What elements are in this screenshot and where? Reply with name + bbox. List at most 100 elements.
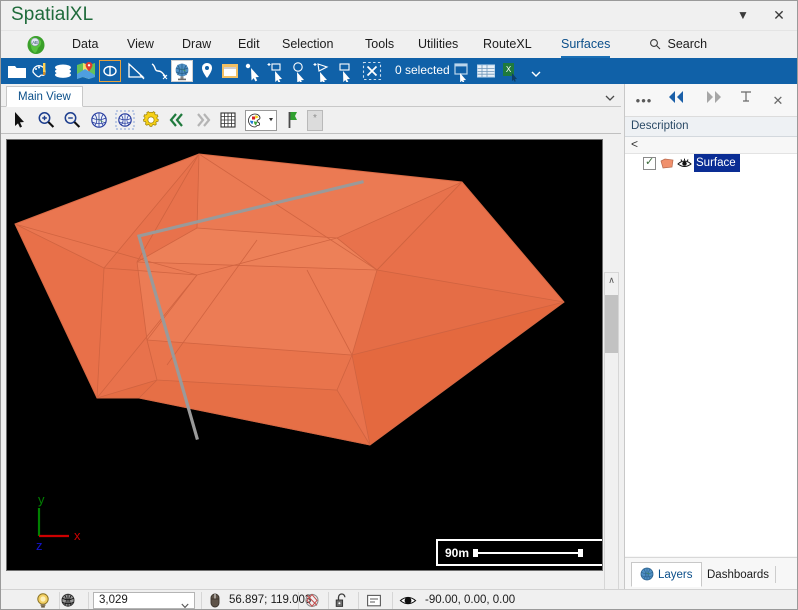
polyline-tool-icon[interactable] [148, 60, 170, 82]
page-layout-icon[interactable] [219, 60, 241, 82]
hint-lightbulb-icon[interactable] [34, 592, 52, 609]
annotation-icon[interactable] [365, 592, 383, 609]
ribbon-tab-bar: AB Data View Draw Edit Selection Tools U… [1, 31, 797, 58]
scale-combo[interactable]: 3,029 [93, 592, 195, 609]
layer-color-swatch[interactable] [660, 158, 674, 169]
layer-name-label[interactable]: Surface [694, 154, 740, 172]
tab-routexl[interactable]: RouteXL [474, 31, 541, 58]
camera-orientation-icon[interactable] [399, 592, 417, 609]
layers-tree: Surface [625, 154, 797, 556]
3d-viewport[interactable]: y x z 90m [6, 139, 603, 571]
eye-icon[interactable] [677, 156, 692, 170]
tree-collapse-label: < [631, 137, 639, 151]
status-divider-7 [392, 592, 393, 609]
table-row[interactable]: Surface [625, 154, 797, 172]
application-window: SpatialXL ▼ ✕ AB Data View Draw Edit Sel… [0, 0, 798, 610]
tab-surfaces[interactable]: Surfaces [552, 31, 619, 58]
globe-view-icon[interactable] [171, 60, 193, 82]
collapse-left-button[interactable] [665, 90, 687, 111]
view-settings-gear-icon[interactable] [141, 110, 163, 131]
close-panel-button[interactable]: ✕ [767, 90, 789, 111]
expand-right-button[interactable] [703, 90, 725, 111]
ribbon-search[interactable]: Search [649, 31, 707, 58]
tab-divider [775, 566, 776, 583]
layers-stack-icon[interactable] [52, 60, 74, 82]
measure-angle-icon[interactable] [125, 60, 147, 82]
status-divider-4 [298, 592, 299, 609]
zoom-in-icon[interactable] [36, 110, 58, 131]
tab-tools[interactable]: Tools [356, 31, 403, 58]
attribute-table-icon[interactable] [451, 60, 473, 84]
tab-edit[interactable]: Edit [229, 31, 269, 58]
svg-text:x: x [74, 528, 81, 543]
pointer-select-icon[interactable] [10, 110, 32, 131]
status-divider-6 [358, 592, 359, 609]
style-palette-icon[interactable] [29, 60, 51, 82]
select-point-icon[interactable] [242, 60, 264, 82]
export-excel-icon[interactable]: X [499, 60, 521, 82]
vertical-scroll-thumb[interactable] [605, 295, 618, 353]
map-pin-icon[interactable] [75, 60, 97, 82]
camera-orientation-values: -90.00, 0.00, 0.00 [425, 594, 516, 606]
status-bar: 3,029 56.897; 119.003 -90.00, 0.00, 0.00 [1, 589, 797, 609]
more-tools-button[interactable]: * [307, 110, 323, 131]
projection-globe-icon[interactable] [59, 592, 77, 609]
doctab-main-view[interactable]: Main View [6, 86, 83, 107]
view-toolbar: * [1, 107, 621, 134]
tab-data[interactable]: Data [63, 31, 107, 58]
zoom-out-icon[interactable] [62, 110, 84, 131]
pin-panel-button[interactable] [735, 90, 757, 111]
next-view-double-chevron-right-icon[interactable] [193, 110, 215, 131]
scale-bar-graphic [473, 547, 596, 559]
chevron-down-icon[interactable] [531, 67, 541, 77]
snap-target-icon[interactable] [303, 592, 321, 609]
panel-menu-button[interactable]: ••• [633, 90, 655, 111]
boundary-tool-icon[interactable] [99, 60, 121, 82]
chevron-down-icon[interactable] [181, 598, 189, 609]
tab-layers[interactable]: Layers [631, 562, 702, 587]
surface-render [7, 140, 602, 570]
svg-text:AB: AB [32, 40, 38, 45]
minimize-ribbon-button[interactable]: ▼ [725, 1, 761, 30]
ribbon-search-label: Search [667, 37, 708, 51]
select-lasso-icon[interactable] [311, 60, 333, 84]
select-window-icon[interactable] [334, 60, 356, 83]
color-theme-picker[interactable] [245, 110, 277, 131]
zoom-selected-icon[interactable] [115, 110, 137, 131]
report-table-icon[interactable] [475, 60, 497, 82]
layers-panel-header: ••• ✕ [625, 84, 797, 117]
bookmark-view-green-flag-icon[interactable] [283, 110, 305, 131]
selected-count-label: 0 selected [395, 63, 450, 77]
africa-globe-logo-icon: AB [25, 34, 47, 56]
svg-text:*: * [313, 113, 317, 124]
doctab-overflow-chevron-down-icon[interactable] [605, 91, 615, 105]
open-folder-icon[interactable] [6, 60, 28, 82]
status-divider-5 [328, 592, 329, 609]
scroll-up-arrow-icon[interactable]: ∧ [605, 273, 618, 287]
description-column-label: Description [631, 120, 689, 132]
tab-draw[interactable]: Draw [173, 31, 220, 58]
axis-indicator: y x z [25, 488, 95, 558]
globe-icon [640, 566, 654, 591]
svg-text:X: X [506, 65, 512, 74]
viewport-vertical-scrollbar[interactable]: ∧ ∨ [604, 272, 619, 609]
tab-utilities[interactable]: Utilities [409, 31, 467, 58]
select-circle-icon[interactable] [288, 60, 310, 84]
tab-dashboards[interactable]: Dashboards [698, 562, 778, 587]
zoom-extents-icon[interactable] [89, 110, 111, 131]
previous-view-double-chevron-left-icon[interactable] [167, 110, 189, 131]
select-rect-add-icon[interactable] [265, 60, 287, 83]
grid-toggle-icon[interactable] [218, 110, 240, 131]
tree-collapse-row[interactable]: < [625, 137, 797, 154]
layers-panel: ••• ✕ Description < ✓ Surface Layers Das… [624, 84, 797, 589]
svg-text:z: z [36, 538, 43, 553]
tab-view[interactable]: View [118, 31, 163, 58]
viewport-container: y x z 90m ∧ ∨ [1, 134, 621, 609]
place-marker-icon[interactable] [196, 60, 218, 82]
edit-lock-icon[interactable] [333, 592, 351, 609]
clear-selection-icon[interactable] [361, 60, 383, 82]
description-column-header[interactable]: Description [625, 117, 797, 137]
tab-selection[interactable]: Selection [273, 31, 342, 58]
close-window-button[interactable]: ✕ [761, 1, 797, 30]
layer-visibility-checkbox[interactable] [643, 155, 656, 170]
